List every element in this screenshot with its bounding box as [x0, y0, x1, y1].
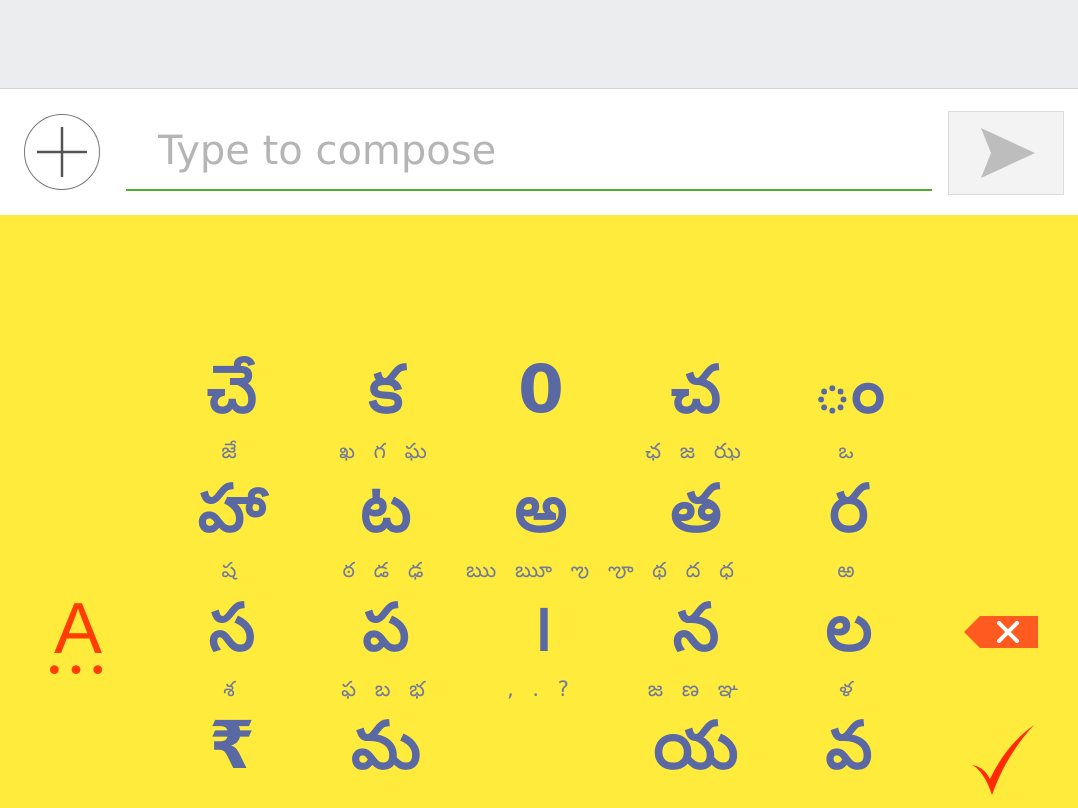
- key-main-label: మ: [351, 707, 421, 784]
- key[interactable]: ప ఫ బ భ: [311, 588, 461, 704]
- key-alt-labels: ఱ: [837, 558, 861, 582]
- key[interactable]: ₹: [157, 706, 307, 786]
- key[interactable]: ల ళ: [774, 588, 924, 704]
- key-alt-labels: థ ద ధ: [652, 558, 740, 582]
- key[interactable]: త థ ద ధ: [621, 469, 771, 585]
- key-main-label: ట: [360, 470, 412, 547]
- key-main-label: వ: [825, 707, 873, 784]
- backspace-icon: [964, 616, 1038, 648]
- key-main-label: త: [670, 470, 722, 547]
- key[interactable]: య: [621, 706, 771, 786]
- key[interactable]: స శ: [157, 588, 307, 704]
- key-main-label: ।: [528, 589, 554, 666]
- key-alt-labels: [466, 436, 616, 466]
- language-mode-key[interactable]: A •••: [36, 593, 120, 689]
- mode-key-dots: •••: [45, 654, 111, 689]
- key-main-label: క: [368, 351, 404, 428]
- key-main-label: చ: [670, 351, 722, 428]
- key[interactable]: న జ ణ ఞ: [621, 588, 771, 704]
- key-main-label: ₹: [209, 707, 255, 784]
- key[interactable]: అ ఋ ౠ ఌ ౡ: [466, 469, 640, 585]
- key[interactable]: క ఖ గ ఘ: [311, 350, 461, 466]
- key[interactable]: చే జే: [157, 350, 307, 466]
- compose-input[interactable]: [126, 113, 932, 191]
- key-alt-labels: ఛ జ ఝ: [645, 439, 747, 463]
- key-main-label: ◌ం: [813, 351, 885, 428]
- space-key[interactable]: [466, 706, 616, 786]
- key[interactable]: ర ఱ: [774, 469, 924, 585]
- key[interactable]: । , . ?: [466, 588, 616, 704]
- key-main-label: 0: [518, 351, 564, 428]
- key[interactable]: మ: [311, 706, 461, 786]
- key-main-label: అ: [514, 470, 568, 547]
- key-main-label: ల: [825, 589, 873, 666]
- key-main-label: న: [672, 589, 720, 666]
- key-alt-labels: , . ?: [507, 677, 575, 701]
- key-main-label: ర: [829, 470, 869, 547]
- key[interactable]: 0: [466, 350, 616, 466]
- send-button[interactable]: [948, 111, 1064, 195]
- key-main-label: ప: [362, 589, 410, 666]
- key-main-label: య: [653, 707, 739, 784]
- key-alt-labels: జే: [221, 439, 243, 463]
- key-alt-labels: ఋ ౠ ఌ ౡ: [466, 558, 640, 582]
- key-main-label: [466, 706, 616, 786]
- key[interactable]: వ: [774, 706, 924, 786]
- key-alt-labels: ఖ గ ఘ: [339, 439, 433, 463]
- backspace-button[interactable]: [964, 614, 1040, 650]
- telugu-keyboard: A ••• చే జే క ఖ గ ఘ 0 చ ఛ జ ఝ ◌ం ఒ హా ష …: [0, 215, 1078, 808]
- key-main-label: చే: [206, 351, 258, 428]
- key[interactable]: ◌ం ఒ: [774, 350, 924, 466]
- key-alt-labels: ఫ బ భ: [341, 677, 431, 701]
- key-alt-labels: ష: [221, 558, 243, 582]
- key-alt-labels: ఠ డ ఢ: [342, 558, 430, 582]
- key-main-label: స: [208, 589, 256, 666]
- checkmark-icon: [972, 725, 1034, 795]
- key[interactable]: ట ఠ డ ఢ: [311, 469, 461, 585]
- key-alt-labels: శ: [223, 677, 241, 701]
- plus-icon: [37, 127, 87, 177]
- key-alt-labels: ళ: [839, 677, 859, 701]
- key-alt-labels: జ ణ ఞ: [647, 677, 745, 701]
- done-button[interactable]: [966, 721, 1038, 799]
- compose-bar: [0, 89, 1078, 215]
- key[interactable]: చ ఛ జ ఝ: [621, 350, 771, 466]
- add-attachment-button[interactable]: [24, 114, 100, 190]
- key-main-label: హా: [197, 470, 267, 547]
- top-status-area: [0, 0, 1078, 89]
- send-arrow-icon: [981, 128, 1035, 178]
- key-alt-labels: ఒ: [838, 439, 860, 463]
- key[interactable]: హా ష: [157, 469, 307, 585]
